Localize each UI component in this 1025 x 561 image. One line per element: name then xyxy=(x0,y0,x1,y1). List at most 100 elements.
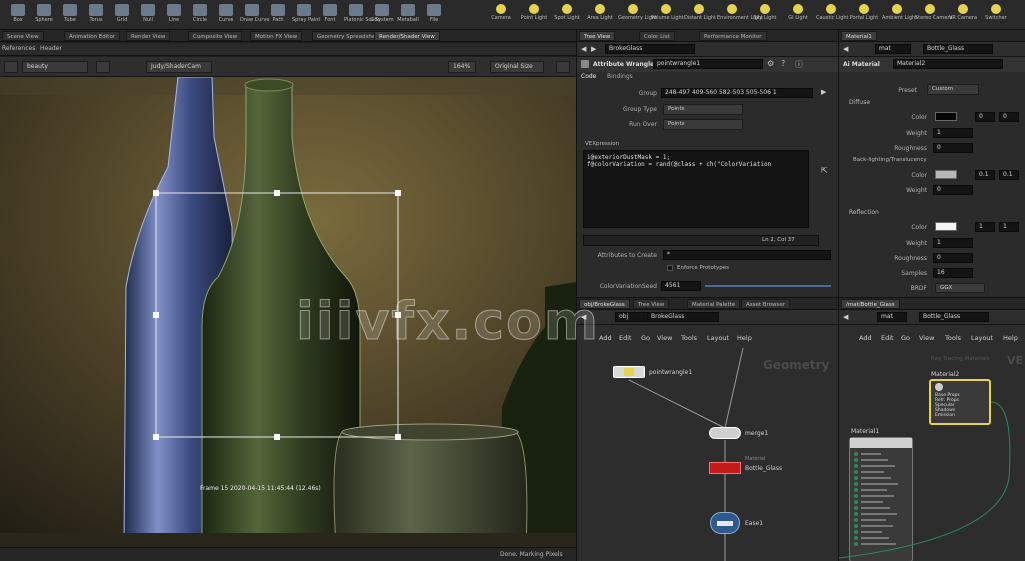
node-merge1[interactable] xyxy=(709,427,741,439)
shelf-light-tool[interactable]: GI Light xyxy=(783,4,813,28)
brdf-select[interactable]: GGX xyxy=(935,283,985,293)
node-bottle-glass[interactable] xyxy=(709,462,741,474)
gear-icon[interactable] xyxy=(556,61,570,73)
shelf-toolbar: Box Sphere Tube Torus Grid Null Line Circle Curv… xyxy=(0,0,1025,30)
weight-field[interactable]: 1 xyxy=(933,128,973,138)
shelf-tool[interactable]: Spray Paint xyxy=(292,4,320,28)
shelf-tool[interactable]: Sphere xyxy=(32,4,56,28)
shelf-light-tool[interactable]: Spot Light xyxy=(552,4,582,28)
shelf-tool[interactable]: Curve xyxy=(214,4,238,28)
mat-node-field[interactable]: Bottle_Glass xyxy=(923,44,993,54)
shelf-light-tool[interactable]: Area Light xyxy=(585,4,615,28)
shelf-tool[interactable]: Font xyxy=(318,4,342,28)
tab-item[interactable]: Composite View xyxy=(188,31,243,41)
rf-color-swatch[interactable] xyxy=(935,222,957,231)
forward-arrow-icon[interactable]: ▶ xyxy=(591,45,596,53)
enforce-checkbox[interactable] xyxy=(667,265,673,271)
shelf-light-tool[interactable]: Stereo Camera xyxy=(915,4,953,28)
shelf-tool[interactable]: Null xyxy=(136,4,160,28)
tab-item[interactable]: Material1 xyxy=(841,31,877,41)
color-r-field[interactable]: 0 xyxy=(975,112,995,122)
shelf-tool[interactable]: Draw Curve xyxy=(240,4,269,28)
back-arrow-icon[interactable]: ◀ xyxy=(843,45,848,53)
camera-select[interactable]: Judy/ShaderCam xyxy=(146,61,212,73)
zoom-field[interactable]: 164% xyxy=(448,61,476,73)
shelf-tool[interactable]: File xyxy=(422,4,446,28)
bl-color-g-field[interactable]: 0.1 xyxy=(999,170,1019,180)
shelf-light-tool[interactable]: Portal Light xyxy=(849,4,879,28)
tab-item[interactable]: Tree View xyxy=(579,31,616,41)
preset-select[interactable]: Custom xyxy=(927,84,979,95)
rf-roughness-field[interactable]: 0 xyxy=(933,253,973,263)
render-info: Frame 15 2020-04-15 11:45:44 (12.46s) xyxy=(200,485,321,492)
color-g-field[interactable]: 0 xyxy=(999,112,1019,122)
toggle-button[interactable] xyxy=(4,61,18,73)
shelf-tool[interactable]: Platonic Solids xyxy=(344,4,380,28)
group-field[interactable]: 248-497 409-560 582-503 505-506 1 xyxy=(661,88,813,98)
tab-item[interactable]: Animation Editor xyxy=(64,31,121,41)
rf-weight-field[interactable]: 1 xyxy=(933,238,973,248)
colorvar-slider[interactable] xyxy=(705,285,831,287)
shelf-tool[interactable]: Path xyxy=(266,4,290,28)
rf-color-g-field[interactable]: 1 xyxy=(999,222,1019,232)
attrs-field[interactable]: * xyxy=(663,250,831,260)
tab-code[interactable]: Code xyxy=(581,73,596,80)
back-arrow-icon[interactable]: ◀ xyxy=(581,45,586,53)
shelf-tool[interactable]: Box xyxy=(6,4,30,28)
shelf-tool[interactable]: Grid xyxy=(110,4,134,28)
shelf-tool[interactable]: Tube xyxy=(58,4,82,28)
group-type-select[interactable]: Points xyxy=(663,104,743,115)
expand-icon[interactable]: ⇱ xyxy=(821,166,828,175)
color-swatch[interactable] xyxy=(935,112,957,121)
vex-code-editor[interactable]: i@exteriorDustMask = 1; f@colorVariation… xyxy=(583,150,809,228)
roughness-field[interactable]: 0 xyxy=(933,143,973,153)
bl-color-r-field[interactable]: 0.1 xyxy=(975,170,995,180)
mat-path-field[interactable]: mat xyxy=(875,44,911,54)
size-mode-select[interactable]: Original Size xyxy=(490,61,544,73)
info-icon[interactable]: ⓘ xyxy=(795,59,803,70)
node-name-field[interactable]: pointwrangle1 xyxy=(653,59,763,69)
tab-bindings[interactable]: Bindings xyxy=(607,73,633,80)
shelf-tool-icon xyxy=(401,4,415,16)
node-ease1[interactable] xyxy=(710,512,740,534)
tab-item[interactable]: Render View xyxy=(126,31,171,41)
shelf-tool[interactable]: Torus xyxy=(84,4,108,28)
colorvar-field[interactable]: 4561 xyxy=(661,281,701,291)
shelf-light-tool[interactable]: Switcher xyxy=(981,4,1011,28)
shelf-light-tool[interactable]: Environment Light xyxy=(717,4,763,28)
bl-color-swatch[interactable] xyxy=(935,170,957,179)
shelf-light-tool[interactable]: Camera xyxy=(486,4,516,28)
tab-item[interactable]: Performance Monitor xyxy=(699,31,767,41)
material-name-field[interactable]: Material2 xyxy=(893,59,1003,69)
shelf-light-tool[interactable]: Geometry Light xyxy=(618,4,657,28)
viewer-tab-references[interactable]: References xyxy=(2,45,35,52)
viewer-tab-header[interactable]: Header xyxy=(40,45,62,52)
tab-item[interactable]: Motion FX View xyxy=(250,31,303,41)
samples-field[interactable]: 16 xyxy=(933,268,973,278)
run-over-select[interactable]: Points xyxy=(663,119,743,130)
shelf-light-tool[interactable]: Sky Light xyxy=(750,4,780,28)
shelf-light-tool[interactable]: Distant Light xyxy=(684,4,716,28)
shelf-tool[interactable]: Line xyxy=(162,4,186,28)
shelf-light-tool[interactable]: Ambient Light xyxy=(882,4,917,28)
aov-select[interactable]: beauty xyxy=(22,61,88,73)
shelf-light-tool[interactable]: Point Light xyxy=(519,4,549,28)
shelf-light-tool[interactable]: Volume Light xyxy=(651,4,684,28)
viewer-status-bar: Done. Marking Pixels xyxy=(0,547,576,561)
gear-icon[interactable]: ⚙ xyxy=(767,59,774,68)
shelf-tool[interactable]: Metaball xyxy=(396,4,420,28)
tab-item[interactable]: Color List xyxy=(639,31,675,41)
rf-color-r-field[interactable]: 1 xyxy=(975,222,995,232)
help-icon[interactable]: ? xyxy=(781,59,785,68)
shelf-tool[interactable]: Circle xyxy=(188,4,212,28)
param-path-field[interactable]: BrokeGlass xyxy=(605,44,695,54)
shelf-tool[interactable]: L-System xyxy=(370,4,394,28)
shelf-light-tool[interactable]: VR Camera xyxy=(948,4,978,28)
tab-item[interactable]: Scene View xyxy=(2,31,44,41)
shelf-light-tool[interactable]: Caustic Light xyxy=(816,4,849,28)
bl-weight-field[interactable]: 0 xyxy=(933,185,973,195)
node-pointwrangle1[interactable] xyxy=(613,366,645,378)
snapshot-button[interactable] xyxy=(96,61,110,73)
arrow-right-icon[interactable]: ▶ xyxy=(821,88,826,96)
tab-item[interactable]: Render/Shader View xyxy=(374,31,440,41)
